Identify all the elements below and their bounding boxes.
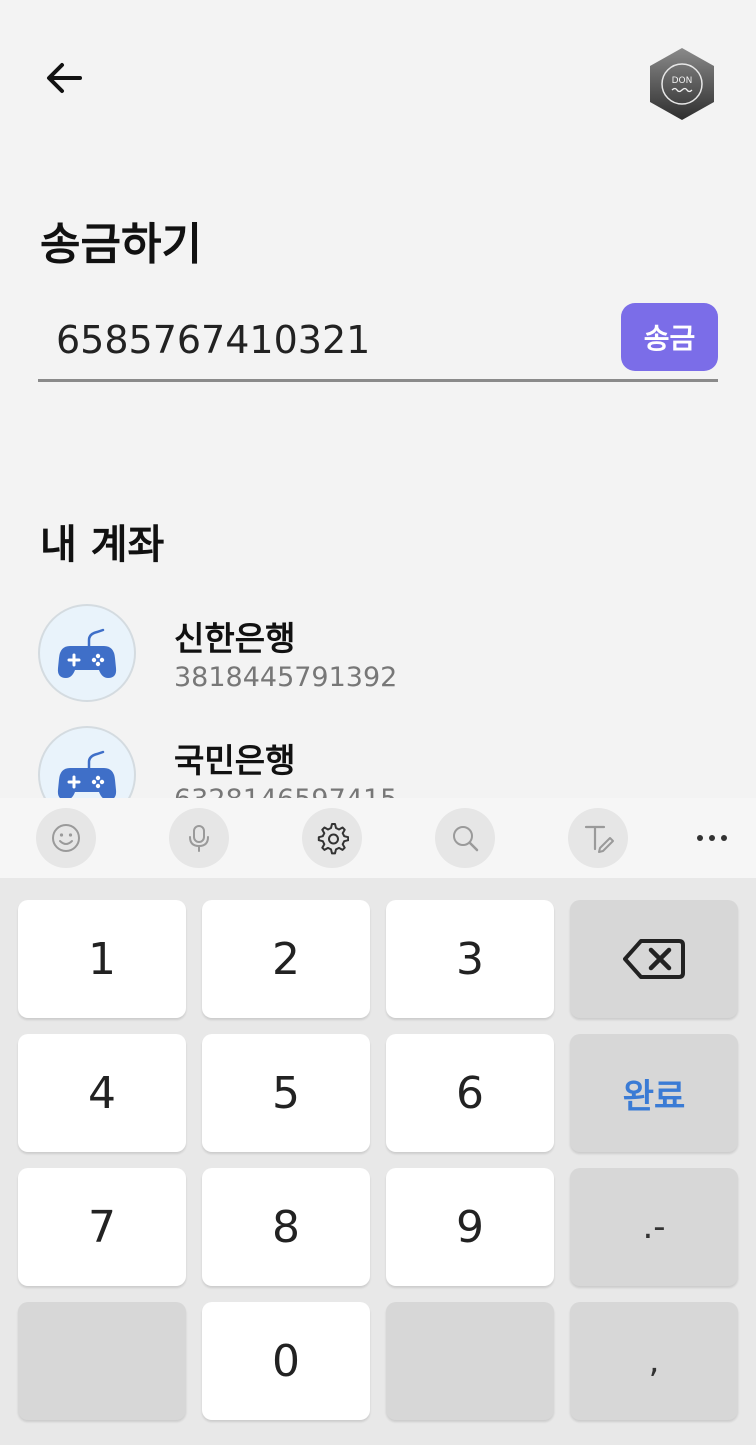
account-avatar: [38, 726, 136, 798]
comma-label: ,: [648, 1341, 660, 1381]
account-number-input[interactable]: [38, 300, 718, 382]
bank-name: 신한은행: [174, 619, 296, 658]
key-9[interactable]: 9: [386, 1168, 554, 1286]
handwriting-button[interactable]: [568, 808, 628, 868]
key-0[interactable]: 0: [202, 1302, 370, 1420]
more-options-button[interactable]: [682, 808, 742, 868]
don-logo: DON: [648, 46, 716, 122]
account-number: 6328146597415: [174, 784, 397, 798]
key-6[interactable]: 6: [386, 1034, 554, 1152]
numeric-keyboard: 1 2 3 4 5 6 완료 7 8 9 .- 0 ,: [0, 878, 756, 1445]
key-8[interactable]: 8: [202, 1168, 370, 1286]
search-icon: [453, 826, 479, 852]
account-avatar: [38, 604, 136, 702]
gamepad-icon: [57, 750, 117, 798]
key-1[interactable]: 1: [18, 900, 186, 1018]
key-2[interactable]: 2: [202, 900, 370, 1018]
dot-dash-key[interactable]: .-: [570, 1168, 738, 1286]
my-accounts-title: 내 계좌: [40, 522, 165, 568]
emoji-button[interactable]: [36, 808, 96, 868]
backspace-key[interactable]: [570, 900, 738, 1018]
mic-icon: [189, 825, 209, 852]
key-7[interactable]: 7: [18, 1168, 186, 1286]
send-button[interactable]: 송금: [621, 303, 718, 371]
account-item[interactable]: 국민은행 6328146597415: [0, 720, 756, 798]
key-3[interactable]: 3: [386, 900, 554, 1018]
more-icon: [697, 835, 727, 841]
back-button[interactable]: [36, 50, 92, 106]
bank-name: 국민은행: [174, 741, 296, 780]
emoji-icon: [52, 824, 80, 852]
keyboard-search-button[interactable]: [435, 808, 495, 868]
gamepad-icon: [57, 628, 117, 678]
backspace-icon: [623, 939, 685, 979]
blank-key-right[interactable]: [386, 1302, 554, 1420]
done-key[interactable]: 완료: [570, 1034, 738, 1152]
arrow-left-icon: [47, 63, 82, 93]
page-title: 송금하기: [40, 219, 202, 270]
key-4[interactable]: 4: [18, 1034, 186, 1152]
transfer-screen: DON 송금하기 송금 내 계좌 신한은행 3818445791392: [0, 0, 756, 1445]
account-number: 3818445791392: [174, 662, 398, 693]
keyboard-settings-button[interactable]: [302, 808, 362, 868]
svg-text:DON: DON: [672, 76, 693, 86]
handwriting-icon: [584, 825, 614, 853]
account-list: 신한은행 3818445791392 국민은행 6328146597415: [0, 598, 756, 798]
voice-input-button[interactable]: [169, 808, 229, 868]
settings-icon: [317, 823, 349, 855]
dot-dash-label: .-: [642, 1207, 666, 1247]
blank-key-left[interactable]: [18, 1302, 186, 1420]
done-label: 완료: [622, 1076, 686, 1117]
comma-key[interactable]: ,: [570, 1302, 738, 1420]
keyboard-toolbar: [0, 798, 756, 878]
key-5[interactable]: 5: [202, 1034, 370, 1152]
account-item[interactable]: 신한은행 3818445791392: [0, 598, 756, 720]
